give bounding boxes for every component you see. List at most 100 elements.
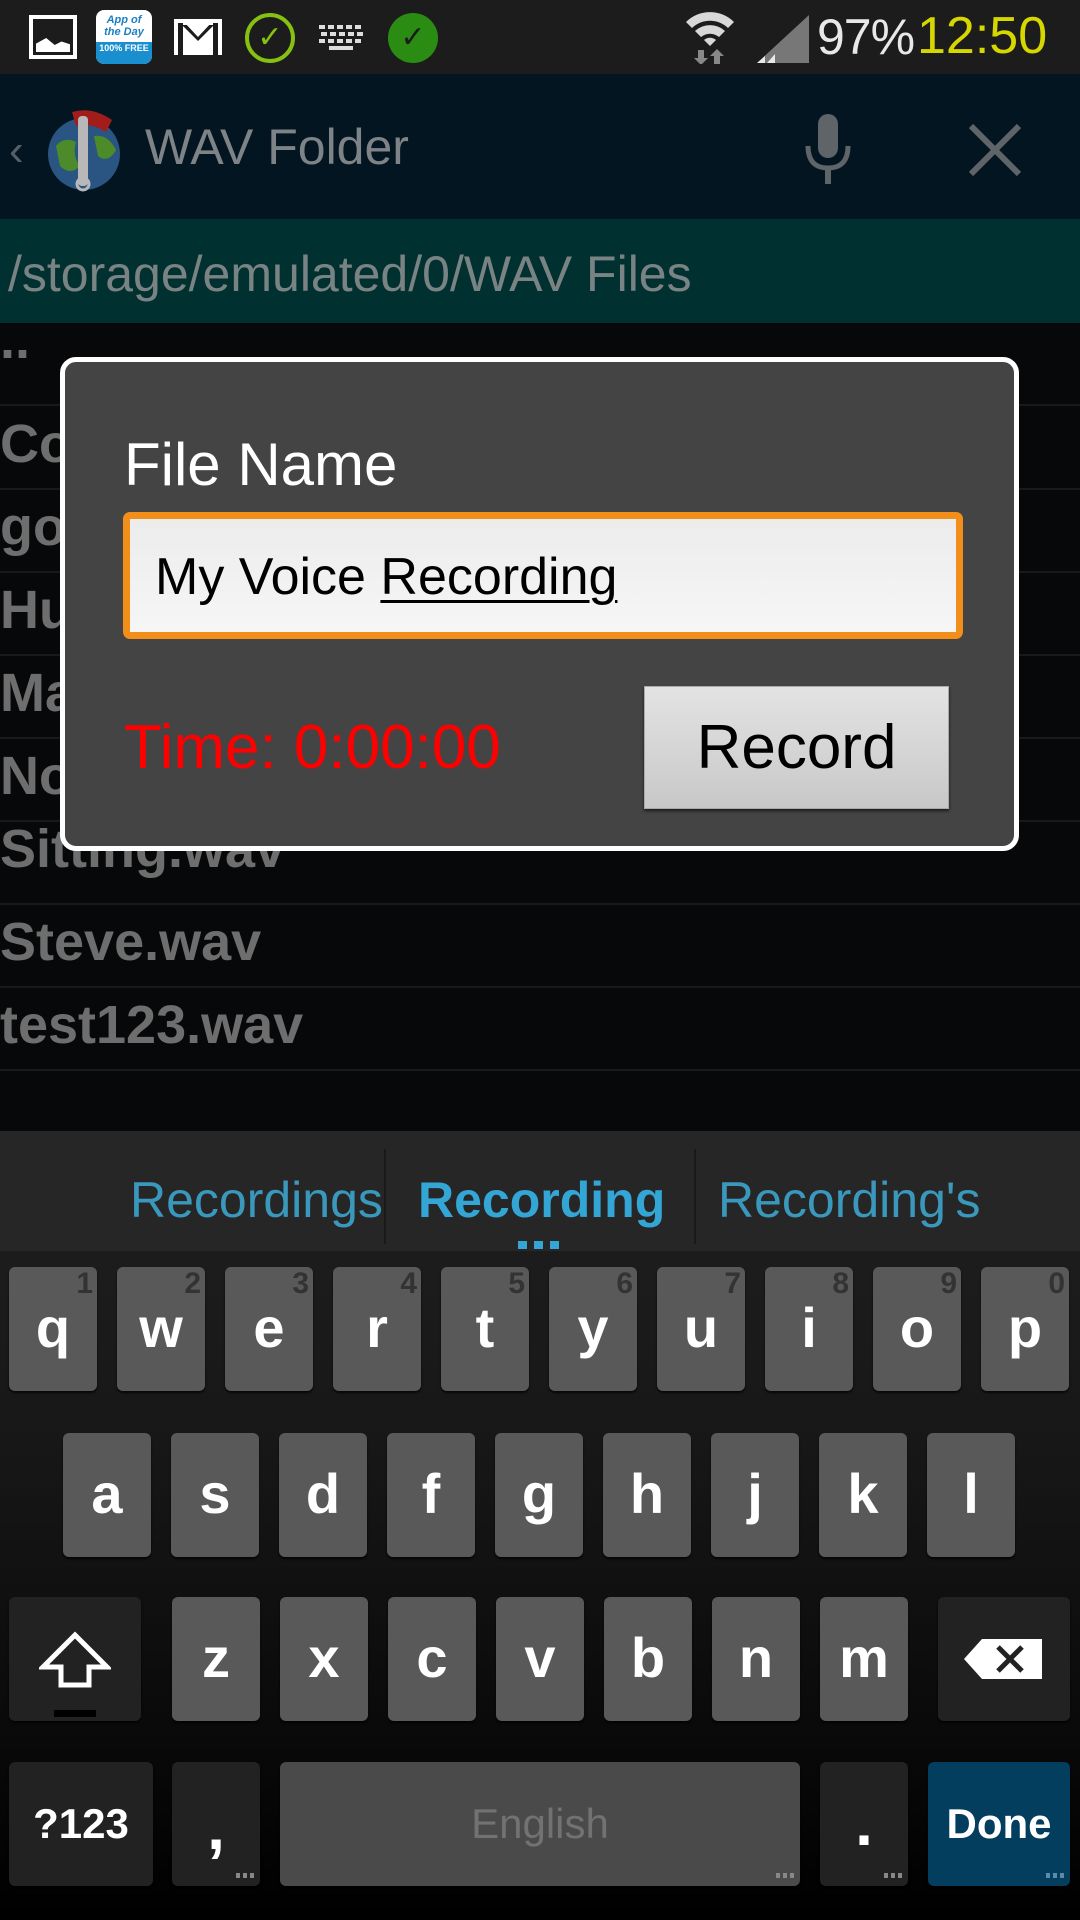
space-key-label: English	[471, 1800, 609, 1847]
key-l[interactable]: l	[927, 1433, 1015, 1557]
symbols-key[interactable]: ?123	[9, 1762, 153, 1886]
comma-key[interactable]: ,	[172, 1762, 260, 1886]
app-of-the-day-icon: App of the Day 100% FREE	[96, 10, 152, 64]
suggestion-right[interactable]: Recording's	[718, 1171, 980, 1229]
file-list-item[interactable]: Steve.wav	[0, 905, 1080, 988]
backspace-icon	[964, 1639, 1042, 1679]
key-a[interactable]: a	[63, 1433, 151, 1557]
key-m[interactable]: m	[820, 1597, 908, 1721]
key-i[interactable]: i8	[765, 1267, 853, 1391]
key-t[interactable]: t5	[441, 1267, 529, 1391]
app-title: WAV Folder	[145, 119, 409, 175]
key-x[interactable]: x	[280, 1597, 368, 1721]
key-f[interactable]: f	[387, 1433, 475, 1557]
key-e[interactable]: e3	[225, 1267, 313, 1391]
file-name-input-value: My Voice Recording	[155, 547, 617, 607]
shift-key[interactable]	[9, 1597, 141, 1721]
file-name-input[interactable]: My Voice Recording	[123, 512, 963, 639]
more-suggestions-icon[interactable]	[518, 1241, 562, 1249]
keyboard-icon	[319, 25, 363, 51]
back-chevron-icon[interactable]: ‹	[9, 126, 24, 176]
key-q[interactable]: q1	[9, 1267, 97, 1391]
file-list-item[interactable]: test123.wav	[0, 988, 1080, 1071]
key-h[interactable]: h	[603, 1433, 691, 1557]
key-label: g	[521, 1462, 557, 1525]
key-label: a	[91, 1462, 123, 1525]
key-label: q	[35, 1296, 71, 1359]
wifi-icon	[686, 12, 734, 64]
soft-keyboard: Recordings Recording Recording's ?123 , …	[0, 1131, 1080, 1920]
key-label: p	[1007, 1296, 1043, 1359]
done-key[interactable]: Done	[928, 1762, 1070, 1886]
app-of-the-day-line1: App of	[106, 14, 142, 26]
suggestion-center[interactable]: Recording	[418, 1171, 665, 1229]
app-logo-icon[interactable]	[42, 106, 128, 192]
key-label: v	[524, 1626, 556, 1689]
signal-strength-icon	[757, 15, 809, 63]
key-number-hint: 0	[1048, 1267, 1065, 1300]
suggestion-left[interactable]: Recordings	[130, 1171, 383, 1229]
check-outline-icon: ✓	[245, 13, 295, 63]
input-text-composing: Recording	[380, 548, 618, 606]
app-of-the-day-line2: the Day	[104, 26, 144, 38]
file-name: go	[0, 497, 66, 557]
microphone-icon[interactable]	[800, 114, 856, 186]
key-o[interactable]: o9	[873, 1267, 961, 1391]
check-filled-icon: ✓	[388, 13, 438, 63]
comma-key-label: ,	[207, 1791, 225, 1863]
key-b[interactable]: b	[604, 1597, 692, 1721]
current-path: /storage/emulated/0/WAV Files	[8, 246, 692, 302]
space-key[interactable]: English	[280, 1762, 800, 1886]
record-button[interactable]: Record	[644, 686, 949, 809]
gallery-icon	[29, 15, 77, 59]
key-c[interactable]: c	[388, 1597, 476, 1721]
suggestion-strip: Recordings Recording Recording's	[0, 1131, 1080, 1251]
backspace-key[interactable]	[938, 1597, 1070, 1721]
key-n[interactable]: n	[712, 1597, 800, 1721]
key-number-hint: 6	[616, 1267, 633, 1300]
recording-time: Time: 0:00:00	[124, 713, 501, 782]
key-number-hint: 8	[832, 1267, 849, 1300]
key-j[interactable]: j	[711, 1433, 799, 1557]
key-v[interactable]: v	[496, 1597, 584, 1721]
key-label: b	[630, 1626, 666, 1689]
key-number-hint: 1	[76, 1267, 93, 1300]
key-label: t	[475, 1296, 495, 1359]
key-w[interactable]: w2	[117, 1267, 205, 1391]
key-label: c	[416, 1626, 448, 1689]
key-number-hint: 3	[292, 1267, 309, 1300]
key-label: k	[847, 1462, 879, 1525]
shift-arrow-icon	[39, 1631, 111, 1688]
key-number-hint: 5	[508, 1267, 525, 1300]
key-label: e	[253, 1296, 285, 1359]
key-r[interactable]: r4	[333, 1267, 421, 1391]
more-keys-indicator	[1046, 1873, 1064, 1878]
key-z[interactable]: z	[172, 1597, 260, 1721]
more-keys-indicator	[884, 1873, 902, 1878]
file-name: ..	[0, 310, 31, 370]
symbols-key-label: ?123	[33, 1800, 129, 1847]
key-label: n	[738, 1626, 774, 1689]
key-label: l	[963, 1462, 979, 1525]
key-k[interactable]: k	[819, 1433, 907, 1557]
key-number-hint: 2	[184, 1267, 201, 1300]
suggestion-divider	[694, 1149, 696, 1244]
key-p[interactable]: p0	[981, 1267, 1069, 1391]
key-s[interactable]: s	[171, 1433, 259, 1557]
action-bar: ‹ WAV Folder	[0, 74, 1080, 219]
more-keys-indicator	[236, 1873, 254, 1878]
close-icon[interactable]	[965, 120, 1025, 180]
key-d[interactable]: d	[279, 1433, 367, 1557]
key-label: o	[899, 1296, 935, 1359]
key-label: i	[801, 1296, 817, 1359]
key-label: x	[308, 1626, 340, 1689]
key-label: h	[629, 1462, 665, 1525]
path-bar: /storage/emulated/0/WAV Files	[0, 219, 1080, 323]
period-key[interactable]: .	[820, 1762, 908, 1886]
key-label: u	[683, 1296, 719, 1359]
key-y[interactable]: y6	[549, 1267, 637, 1391]
key-u[interactable]: u7	[657, 1267, 745, 1391]
key-g[interactable]: g	[495, 1433, 583, 1557]
key-label: f	[421, 1462, 441, 1525]
key-number-hint: 7	[724, 1267, 741, 1300]
